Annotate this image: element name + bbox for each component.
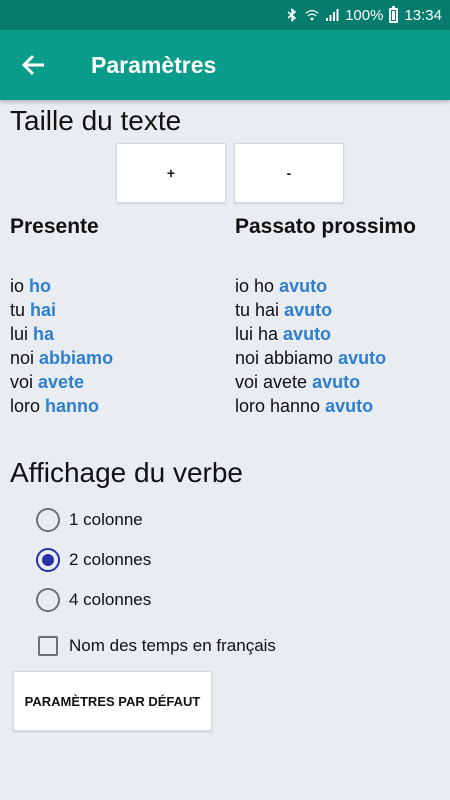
conjugation-row: voi avete [10,370,220,394]
decrease-text-size-button[interactable]: - [234,143,344,203]
pronoun: noi abbiamo [235,348,334,368]
conjugation-row: noi abbiamo avuto [235,346,445,370]
conjugation-row: tu hai avuto [235,298,445,322]
conjugation-row: io ho [10,274,220,298]
radio-circle-selected[interactable] [36,548,60,572]
pronoun: lui ha [235,324,279,344]
verb-form: avuto [325,396,374,416]
pronoun: voi avete [235,372,308,392]
pronoun: loro hanno [235,396,321,416]
tense-heading: Passato prossimo [235,215,416,238]
status-icons: 100% 13:34 [285,5,442,24]
radio-4-columns[interactable]: 4 colonnes [36,587,151,613]
signal-icon [326,9,339,21]
text-size-heading: Taille du texte [10,105,182,136]
french-tense-names-checkbox[interactable]: Nom des temps en français [38,636,276,656]
conjugation-row: voi avete avuto [235,370,445,394]
conjugation-row: loro hanno avuto [235,394,445,418]
clock: 13:34 [404,6,442,24]
verb-form: ho [29,276,52,296]
radio-label: 2 colonnes [69,550,152,569]
pronoun: tu hai [235,300,280,320]
verb-form: abbiamo [39,348,114,368]
verb-form: avuto [312,372,361,392]
verb-form: avuto [284,300,333,320]
preview-column-presente: Presente io ho tu hai lui ha noi abbiamo… [10,210,220,418]
checkbox-box[interactable] [38,636,58,656]
pronoun: tu [10,300,26,320]
increase-text-size-button[interactable]: + [116,143,226,203]
verb-display-heading: Affichage du verbe [10,457,243,488]
battery-icon [389,5,399,23]
conjugation-row: lui ha avuto [235,322,445,346]
verb-form: avuto [283,324,332,344]
conjugation-row: lui ha [10,322,220,346]
pronoun: lui [10,324,29,344]
conjugation-row: loro hanno [10,394,220,418]
verb-form: avete [38,372,85,392]
radio-2-columns[interactable]: 2 colonnes [36,547,151,573]
page-title: Paramètres [91,52,217,78]
verb-form: avuto [338,348,387,368]
pronoun: loro [10,396,41,416]
preview-column-passato-prossimo: Passato prossimo io ho avuto tu hai avut… [235,210,445,418]
pronoun: io [10,276,25,296]
verb-form: avuto [279,276,328,296]
pronoun: io ho [235,276,275,296]
back-arrow-icon[interactable] [20,51,50,79]
wifi-icon [305,9,319,21]
status-bar: 100% 13:34 [0,0,450,30]
conjugation-row: tu hai [10,298,220,322]
radio-label: 4 colonnes [69,590,152,609]
pronoun: noi [10,348,35,368]
app-bar: Paramètres [0,30,450,100]
checkbox-label: Nom des temps en français [69,636,276,655]
pronoun: voi [10,372,34,392]
battery-percent: 100% [345,6,384,24]
radio-circle[interactable] [36,508,60,532]
conjugation-row: io ho avuto [235,274,445,298]
radio-1-column[interactable]: 1 colonne [36,507,143,533]
conjugation-row: noi abbiamo [10,346,220,370]
radio-label: 1 colonne [69,510,143,529]
verb-form: hanno [45,396,100,416]
default-settings-button[interactable]: PARAMÈTRES PAR DÉFAUT [13,671,212,731]
verb-form: ha [33,324,55,344]
bluetooth-icon [287,8,297,22]
radio-circle[interactable] [36,588,60,612]
tense-heading: Presente [10,215,99,238]
verb-form: hai [30,300,57,320]
